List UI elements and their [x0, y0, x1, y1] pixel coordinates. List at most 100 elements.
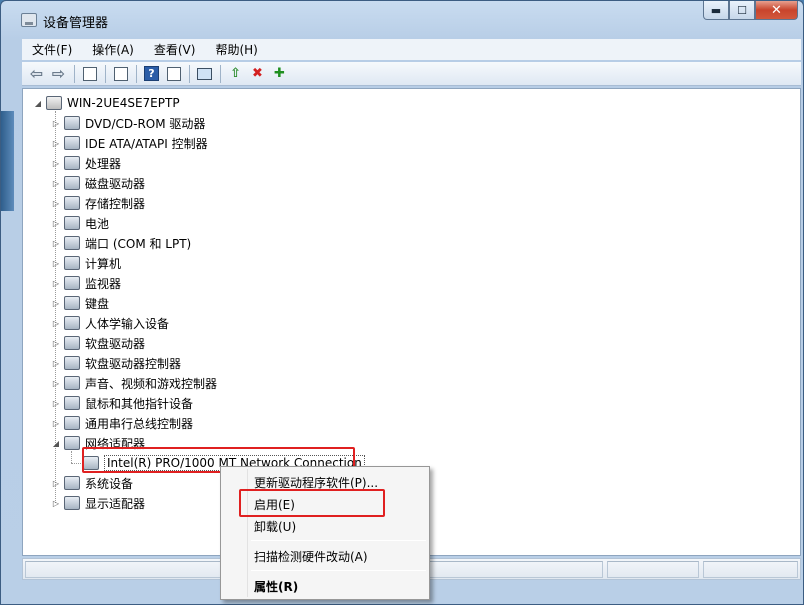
tree-root-label: WIN-2UE4SE7EPTP	[67, 96, 180, 110]
tree-node-processor[interactable]: ▷ 处理器	[51, 153, 121, 173]
scan-hardware-button[interactable]	[194, 64, 215, 84]
tree-node-sound[interactable]: ▷ 声音、视频和游戏控制器	[51, 373, 217, 393]
menu-view[interactable]: 查看(V)	[144, 41, 206, 58]
tree-node-label: 处理器	[85, 156, 122, 171]
uninstall-button[interactable]: ✖	[247, 64, 268, 84]
network-adapter-icon	[64, 436, 80, 450]
menu-help[interactable]: 帮助(H)	[205, 41, 267, 58]
tree-node-floppy[interactable]: ▷ 软盘驱动器	[51, 333, 145, 353]
help-button[interactable]: ?	[141, 64, 162, 84]
update-driver-button[interactable]: ⇧	[225, 64, 246, 84]
expand-icon[interactable]: ▷	[51, 379, 61, 388]
monitor-icon	[64, 276, 80, 290]
show-hide-tree-button[interactable]	[79, 64, 100, 84]
title-bar[interactable]: 设备管理器 ▬ ☐ ✕	[1, 1, 803, 37]
tree-node-keyboard[interactable]: ▷ 键盘	[51, 293, 109, 313]
expand-icon[interactable]: ▷	[51, 399, 61, 408]
tree-node-storage[interactable]: ▷ 存储控制器	[51, 193, 145, 213]
toolbar-separator	[74, 64, 75, 83]
tree-node-display[interactable]: ▷ 显示适配器	[51, 493, 145, 513]
action-pane-button[interactable]	[163, 64, 184, 84]
speaker-icon	[64, 376, 80, 390]
expand-icon[interactable]: ▷	[51, 119, 61, 128]
menu-item-uninstall[interactable]: 卸载(U)	[254, 518, 296, 535]
tree-node-disk[interactable]: ▷ 磁盘驱动器	[51, 173, 145, 193]
usb-icon	[64, 416, 80, 430]
toolbar-separator	[105, 64, 106, 83]
uninstall-icon: ✖	[252, 66, 263, 81]
collapse-icon[interactable]: ◢	[33, 99, 43, 108]
menu-separator	[251, 570, 426, 571]
tree-node-computer[interactable]: ▷ 计算机	[51, 253, 121, 273]
forward-button[interactable]: ⇨	[48, 64, 69, 84]
expand-icon[interactable]: ▷	[51, 419, 61, 428]
toolbar: ⇦ ⇨ ? ⇧ ✖ ✚	[22, 62, 801, 86]
menu-item-properties[interactable]: 属性(R)	[254, 578, 298, 595]
window-title: 设备管理器	[43, 16, 109, 31]
tree-node-ide[interactable]: ▷ IDE ATA/ATAPI 控制器	[51, 133, 208, 153]
tree-root[interactable]: ◢ WIN-2UE4SE7EPTP	[33, 93, 180, 113]
menu-item-scan-hardware[interactable]: 扫描检测硬件改动(A)	[254, 548, 368, 565]
back-button[interactable]: ⇦	[26, 64, 47, 84]
menu-file[interactable]: 文件(F)	[22, 41, 82, 58]
close-button[interactable]: ✕	[755, 1, 798, 20]
expand-icon[interactable]: ▷	[51, 159, 61, 168]
show-hide-tree-icon	[82, 66, 97, 81]
storage-controller-icon	[64, 196, 80, 210]
expand-icon[interactable]: ▷	[51, 499, 61, 508]
enable-device-button[interactable]: ✚	[269, 64, 290, 84]
tree-node-label: 监视器	[85, 276, 122, 291]
tree-node-hid[interactable]: ▷ 人体学输入设备	[51, 313, 169, 333]
expand-icon[interactable]: ▷	[51, 479, 61, 488]
tree-node-system[interactable]: ▷ 系统设备	[51, 473, 133, 493]
tree-node-monitor[interactable]: ▷ 监视器	[51, 273, 121, 293]
expand-icon[interactable]: ▷	[51, 359, 61, 368]
tree-node-label: 键盘	[85, 296, 110, 311]
toolbar-separator	[189, 64, 190, 83]
properties-button[interactable]	[110, 64, 131, 84]
enable-device-icon: ✚	[274, 66, 285, 81]
hid-icon	[64, 316, 80, 330]
expand-icon[interactable]: ▷	[51, 219, 61, 228]
tree-node-label: 人体学输入设备	[85, 316, 170, 331]
scan-hardware-icon	[197, 67, 212, 80]
menu-action[interactable]: 操作(A)	[82, 41, 144, 58]
maximize-button[interactable]: ☐	[729, 1, 755, 20]
tree-node-mouse[interactable]: ▷ 鼠标和其他指针设备	[51, 393, 193, 413]
expand-icon[interactable]: ▷	[51, 299, 61, 308]
keyboard-icon	[64, 296, 80, 310]
tree-guide-line	[71, 463, 81, 464]
tree-node-label: 显示适配器	[85, 496, 146, 511]
tree-node-label: 通用串行总线控制器	[85, 416, 194, 431]
disk-drive-icon	[64, 176, 80, 190]
tree-node-label: 计算机	[85, 256, 122, 271]
tree-node-ports[interactable]: ▷ 端口 (COM 和 LPT)	[51, 233, 191, 253]
expand-icon[interactable]: ▷	[51, 199, 61, 208]
display-adapter-icon	[64, 496, 80, 510]
expand-icon[interactable]: ▷	[51, 339, 61, 348]
expand-icon[interactable]: ▷	[51, 139, 61, 148]
expand-icon[interactable]: ▷	[51, 179, 61, 188]
tree-node-dvd[interactable]: ▷ DVD/CD-ROM 驱动器	[51, 113, 205, 133]
expand-icon[interactable]: ▷	[51, 319, 61, 328]
tree-node-usb[interactable]: ▷ 通用串行总线控制器	[51, 413, 193, 433]
tree-node-battery[interactable]: ▷ 电池	[51, 213, 109, 233]
update-driver-icon: ⇧	[230, 66, 241, 81]
tree-node-floppy-controller[interactable]: ▷ 软盘驱动器控制器	[51, 353, 181, 373]
tree-node-label: 鼠标和其他指针设备	[85, 396, 194, 411]
ide-controller-icon	[64, 136, 80, 150]
toolbar-separator	[220, 64, 221, 83]
expand-icon[interactable]: ▷	[51, 239, 61, 248]
minimize-button[interactable]: ▬	[703, 1, 729, 20]
caption-buttons: ▬ ☐ ✕	[703, 1, 798, 20]
tree-node-label: 电池	[85, 216, 110, 231]
collapse-icon[interactable]: ◢	[51, 439, 61, 448]
mouse-icon	[64, 396, 80, 410]
expand-icon[interactable]: ▷	[51, 279, 61, 288]
system-device-icon	[64, 476, 80, 490]
menu-separator	[251, 540, 426, 541]
help-icon: ?	[144, 66, 159, 81]
status-cell	[607, 561, 699, 578]
tree-node-label: 软盘驱动器控制器	[85, 356, 182, 371]
expand-icon[interactable]: ▷	[51, 259, 61, 268]
